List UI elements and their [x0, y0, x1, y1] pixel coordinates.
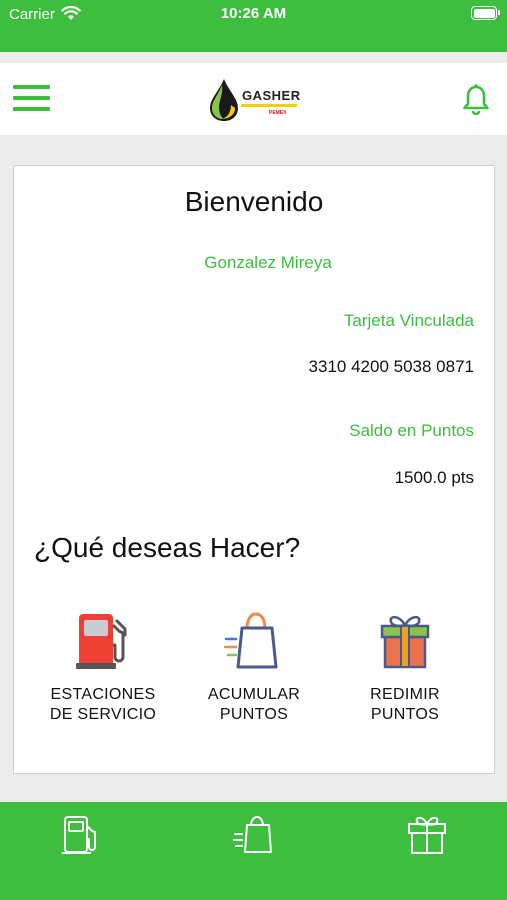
accumulate-points-label: ACUMULAR PUNTOS: [207, 686, 301, 723]
tab-bar: [0, 802, 507, 900]
points-balance-label: Saldo en Puntos: [349, 421, 474, 440]
redeem-points-label: REDIMIR PUNTOS: [370, 686, 440, 723]
gasher-logo: GASHER PEMEX: [207, 75, 301, 123]
battery-icon: [471, 6, 500, 20]
tab-redeem[interactable]: [405, 814, 449, 856]
clock: 10:26 AM: [220, 5, 287, 22]
points-balance-value: 1500.0 pts: [394, 468, 474, 487]
user-name: Gonzalez Mireya: [204, 253, 332, 272]
gift-icon: [380, 615, 430, 669]
logo-subtext: PEMEX: [269, 110, 287, 116]
welcome-card: Bienvenido Gonzalez Mireya Tarjeta Vincu…: [13, 165, 495, 774]
redeem-points-button[interactable]: REDIMIR PUNTOS: [340, 611, 470, 725]
bell-icon[interactable]: [462, 83, 490, 115]
status-bar: Carrier 10:26 AM: [0, 0, 507, 52]
linked-card-number: 3310 4200 5038 0871: [308, 357, 474, 376]
linked-card-label: Tarjeta Vinculada: [343, 311, 474, 330]
accumulate-points-button[interactable]: ACUMULAR PUNTOS: [189, 611, 319, 725]
logo-text: GASHER: [242, 88, 301, 103]
actions-heading: ¿Qué deseas Hacer?: [34, 532, 301, 563]
shopping-bag-icon: [224, 612, 278, 669]
tab-accumulate[interactable]: [233, 814, 277, 856]
welcome-title: Bienvenido: [184, 186, 324, 217]
nav-bar: GASHER PEMEX: [0, 63, 507, 135]
service-stations-button[interactable]: ESTACIONES DE SERVICIO: [38, 611, 168, 725]
gas-pump-icon: [76, 614, 127, 669]
hamburger-menu-button[interactable]: [13, 85, 50, 112]
drop-icon: [210, 79, 238, 121]
tab-gas-station[interactable]: [61, 814, 105, 856]
service-stations-label: ESTACIONES DE SERVICIO: [49, 686, 157, 723]
